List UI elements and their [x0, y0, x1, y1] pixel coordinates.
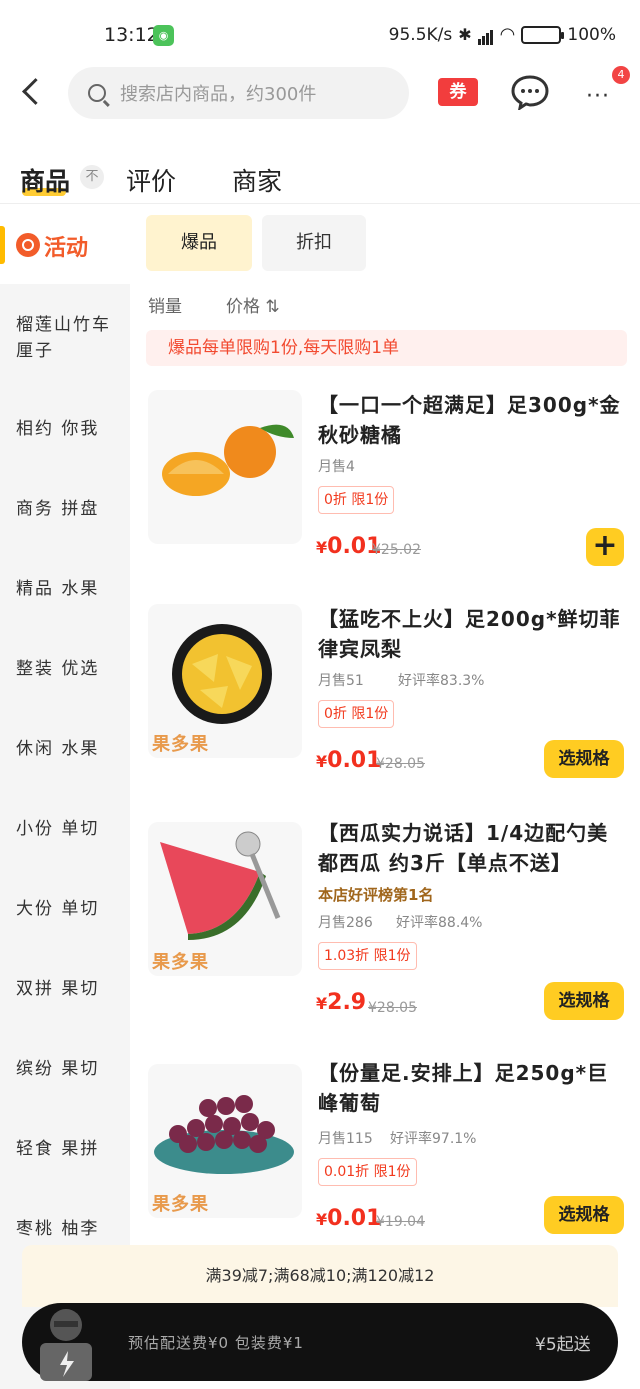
discount-tag: 1.03折 限1份 — [318, 942, 417, 970]
tab-products[interactable]: 商品 — [20, 162, 70, 198]
limit-banner: 爆品每单限购1份,每天限购1单 — [146, 330, 627, 366]
product-sales: 月售286 — [318, 915, 373, 931]
brand-watermark: 果多果 — [152, 734, 209, 755]
notification-badge: 4 — [612, 66, 630, 84]
sidebar-item-whole[interactable]: 整装 优选 — [16, 656, 116, 682]
discount-tag: 0折 限1份 — [318, 486, 395, 514]
original-price: ¥19.04 — [376, 1214, 425, 1230]
cart-bar[interactable] — [22, 1303, 618, 1381]
sidebar-item-leisure[interactable]: 休闲 水果 — [16, 736, 116, 762]
original-price: ¥25.02 — [372, 542, 421, 558]
product-sales: 月售115 — [318, 1131, 373, 1147]
tab-bar: 商品 不 评价 商家 — [0, 158, 640, 204]
battery-icon — [521, 25, 565, 44]
wifi-icon: ◠ — [499, 24, 516, 45]
brand-watermark: 果多果 — [152, 952, 209, 973]
original-price: ¥28.05 — [376, 756, 425, 772]
status-time: 13:12 — [104, 24, 159, 46]
product-image-pineapple: 果多果 — [148, 604, 302, 758]
discount-tag: 0.01折 限1份 — [318, 1158, 417, 1186]
active-indicator — [0, 226, 5, 264]
product-card[interactable]: 果多果 【猛吃不上火】足200g*鲜切菲律宾凤梨 月售51 好评率83.3% 0… — [146, 604, 626, 784]
tab-mark-badge: 不 — [80, 165, 104, 189]
sidebar-item-business[interactable]: 商务 拼盘 — [16, 496, 116, 522]
bluetooth-icon: ✱ — [458, 25, 472, 44]
tab-merchant[interactable]: 商家 — [232, 162, 282, 198]
brand-watermark: 果多果 — [152, 1194, 209, 1215]
currency-symbol: ¥ — [316, 538, 328, 557]
discount-tag: 0折 限1份 — [318, 700, 395, 728]
sidebar-active-label: 活动 — [44, 236, 89, 261]
sidebar-item-small-cut[interactable]: 小份 单切 — [16, 816, 116, 842]
currency-symbol: ¥ — [316, 994, 328, 1013]
status-bar: 13:12 ◉ 95.5K/s ✱ ◠ 100% — [0, 0, 640, 70]
signal-icon — [477, 25, 494, 45]
product-title: 【一口一个超满足】足300g*金秋砂糖橘 — [318, 393, 621, 447]
product-price: ¥0.01 — [316, 1206, 381, 1231]
more-button[interactable]: ··· — [586, 84, 610, 109]
cart-icon[interactable] — [36, 1303, 96, 1383]
price-value: 2.9 — [327, 990, 367, 1015]
search-placeholder: 搜索店内商品，约300件 — [120, 84, 317, 105]
select-spec-button[interactable]: 选规格 — [544, 740, 624, 778]
product-rating: 好评率83.3% — [398, 673, 485, 689]
product-title: 【份量足.安排上】足250g*巨峰葡萄 — [318, 1061, 609, 1115]
currency-symbol: ¥ — [316, 752, 328, 771]
product-card[interactable]: 果多果 【份量足.安排上】足250g*巨峰葡萄 月售115 好评率97.1% 0… — [146, 1058, 626, 1238]
product-sales: 月售4 — [318, 459, 355, 475]
price-value: 0.01 — [327, 748, 382, 773]
sidebar-item-durian[interactable]: 榴莲山竹车厘子 — [16, 312, 116, 364]
product-title: 【猛吃不上火】足200g*鲜切菲律宾凤梨 — [318, 607, 621, 661]
product-rating: 好评率88.4% — [396, 915, 483, 931]
product-price: ¥2.9 — [316, 990, 366, 1015]
select-spec-button[interactable]: 选规格 — [544, 1196, 624, 1234]
filter-discount-chip[interactable]: 折扣 — [262, 215, 366, 271]
original-price: ¥28.05 — [368, 1000, 417, 1016]
currency-symbol: ¥ — [316, 1210, 328, 1229]
search-icon — [88, 84, 106, 102]
filter-hot-chip[interactable]: 爆品 — [146, 215, 252, 271]
product-image-grapes: 果多果 — [148, 1064, 302, 1218]
min-order-text: ¥5起送 — [535, 1335, 591, 1355]
sidebar-item-premium[interactable]: 精品 水果 — [16, 576, 116, 602]
product-image-mandarin — [148, 390, 302, 544]
sidebar-item-activity[interactable]: 活动 — [0, 208, 130, 284]
coupon-button[interactable]: 券 — [438, 78, 478, 106]
category-sidebar: 活动 榴莲山竹车厘子 相约 你我 商务 拼盘 精品 水果 整装 优选 休闲 水果… — [0, 208, 130, 1389]
delivery-fee-text: 预估配送费¥0 包装费¥1 — [128, 1334, 304, 1352]
sidebar-item-jujube[interactable]: 枣桃 柚李 — [16, 1216, 116, 1242]
sidebar-item-double[interactable]: 双拼 果切 — [16, 976, 116, 1002]
product-card[interactable]: 【一口一个超满足】足300g*金秋砂糖橘 月售4 0折 限1份 ¥0.01 ¥2… — [146, 390, 626, 570]
product-sales: 月售51 — [318, 673, 364, 689]
activity-icon — [16, 233, 40, 257]
wechat-notification-icon: ◉ — [153, 25, 174, 46]
battery-percent: 100% — [567, 24, 616, 45]
sidebar-item-large-cut[interactable]: 大份 单切 — [16, 896, 116, 922]
sidebar-item-colorful[interactable]: 缤纷 果切 — [16, 1056, 116, 1082]
add-to-cart-button[interactable]: + — [586, 528, 624, 566]
promo-banner: 满39减7;满68减10;满120减12 — [22, 1245, 618, 1307]
sidebar-item-light[interactable]: 轻食 果拼 — [16, 1136, 116, 1162]
sidebar-item-meet[interactable]: 相约 你我 — [16, 416, 116, 442]
chat-icon[interactable] — [510, 74, 550, 112]
tab-reviews[interactable]: 评价 — [126, 162, 176, 198]
status-right: 95.5K/s ✱ ◠ 100% — [389, 24, 616, 45]
price-value: 0.01 — [327, 1206, 382, 1231]
product-image-watermelon: 果多果 — [148, 822, 302, 976]
sort-sales[interactable]: 销量 — [148, 292, 182, 317]
back-button[interactable] — [16, 76, 46, 110]
product-title: 【西瓜实力说话】1/4边配勺美都西瓜 约3斤【单点不送】 — [318, 821, 609, 875]
net-speed: 95.5K/s — [388, 24, 453, 45]
product-card[interactable]: 果多果 【西瓜实力说话】1/4边配勺美都西瓜 约3斤【单点不送】 本店好评榜第1… — [146, 818, 626, 1028]
ranking-label: 本店好评榜第1名 — [318, 886, 434, 904]
product-price: ¥0.01 — [316, 748, 381, 773]
search-input[interactable]: 搜索店内商品，约300件 — [68, 67, 409, 119]
sort-price[interactable]: 价格 ⇅ — [226, 292, 280, 317]
select-spec-button[interactable]: 选规格 — [544, 982, 624, 1020]
product-rating: 好评率97.1% — [390, 1131, 477, 1147]
